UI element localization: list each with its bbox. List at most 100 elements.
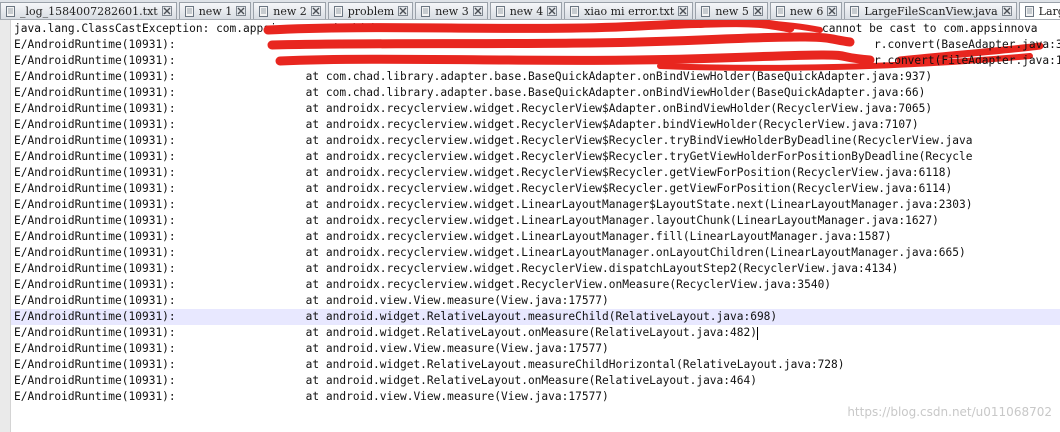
redaction-stroke-2 [697,20,823,33]
tab-label: new 2 [273,4,307,18]
log-message: at androidx.recyclerview.widget.Recycler… [272,134,973,147]
log-tag: E/AndroidRuntime(10931): [14,54,176,67]
log-tag: E/AndroidRuntime(10931): [14,246,176,259]
tab-1[interactable]: _log_1584007282601.txt [0,2,177,19]
log-message: at android.widget.RelativeLayout.onMeasu… [272,326,758,340]
tab-2[interactable]: new 1 [178,2,252,19]
tab-label: new 4 [509,4,544,18]
log-message: at androidx.recyclerview.widget.Recycler… [272,278,832,291]
log-tag: E/AndroidRuntime(10931): [14,182,176,195]
file-icon [849,5,860,17]
tab-label: new 3 [435,4,469,18]
editor[interactable]: java.lang.ClassCastException: com.appsin… [0,20,1060,432]
file-icon [700,5,711,17]
exception-text: java.lang.ClassCastException: com.appsin… [14,22,378,35]
file-icon [333,5,344,17]
log-message: at android.view.View.measure(View.java:1… [272,342,609,355]
tab-5[interactable]: new 3 [415,2,488,19]
redaction-stroke-3 [267,32,855,50]
exception-text-tail: cannot be cast to com.appsinnova [822,22,1038,35]
log-tag: E/AndroidRuntime(10931): [14,342,176,355]
tab-label: LargeFileScanView.java [864,4,998,18]
close-icon[interactable] [310,6,321,16]
redaction-stroke-4 [275,50,875,66]
tab-label: problem [347,4,395,18]
file-icon [258,5,269,17]
tab-10[interactable]: LargeFileScanView.java [844,2,1017,19]
close-icon[interactable] [827,6,838,16]
log-message: at androidx.recyclerview.widget.Recycler… [272,150,973,163]
log-tag: E/AndroidRuntime(10931): [14,38,176,51]
close-icon[interactable] [161,6,172,16]
file-icon [495,5,506,17]
log-tag: E/AndroidRuntime(10931): [14,358,176,371]
file-icon [775,5,786,17]
close-icon[interactable] [236,6,247,16]
log-message: at com.chad.library.adapter.base.BaseQui… [272,86,926,99]
text-caret [756,326,758,340]
log-message: at android.widget.RelativeLayout.measure… [272,310,778,323]
close-icon[interactable] [752,6,763,16]
close-icon[interactable] [547,6,558,16]
log-message: at androidx.recyclerview.widget.Recycler… [272,118,919,131]
log-tag: E/AndroidRuntime(10931): [14,118,176,131]
log-message: at androidx.recyclerview.widget.LinearLa… [272,198,973,211]
file-icon [420,5,431,17]
redacted-line-tail-3: r.convert(FileAdapter.java:1 [874,54,1060,67]
tab-label: xiao mi error.txt [584,4,675,18]
log-tag: E/AndroidRuntime(10931): [14,86,176,99]
log-message: at androidx.recyclerview.widget.Recycler… [272,166,953,179]
log-message: at androidx.recyclerview.widget.LinearLa… [272,214,939,227]
tab-3[interactable]: new 2 [253,2,326,19]
tab-6[interactable]: new 4 [489,2,563,19]
log-message: at androidx.recyclerview.widget.Recycler… [272,102,933,115]
log-tag: E/AndroidRuntime(10931): [14,310,176,323]
log-message: at androidx.recyclerview.widget.Recycler… [272,182,953,195]
log-message: at androidx.recyclerview.widget.LinearLa… [272,230,892,243]
log-message: at android.view.View.measure(View.java:1… [272,390,609,403]
tab-label: new 5 [715,4,749,18]
log-message: at android.widget.RelativeLayout.onMeasu… [272,374,757,387]
close-icon[interactable] [678,6,689,16]
tab-7[interactable]: xiao mi error.txt [564,2,694,19]
log-tag: E/AndroidRuntime(10931): [14,262,176,275]
watermark: https://blog.csdn.net/u011068702 [847,405,1052,419]
log-tag: E/AndroidRuntime(10931): [14,102,176,115]
log-message: at androidx.recyclerview.widget.LinearLa… [272,246,966,259]
log-tag: E/AndroidRuntime(10931): [14,278,176,291]
log-tag: E/AndroidRuntime(10931): [14,70,176,83]
tab-label: new 1 [198,4,233,18]
file-icon [184,5,195,17]
log-message: at androidx.recyclerview.widget.Recycler… [272,262,899,275]
log-message: at android.view.View.measure(View.java:1… [272,294,609,307]
file-icon [569,5,580,17]
tab-bar: _log_1584007282601.txt new 1 new 2 problem n… [0,0,1060,20]
exception-line: java.lang.ClassCastException: com.appsin… [14,21,1038,37]
log-tag: E/AndroidRuntime(10931): [14,214,176,227]
log-tag: E/AndroidRuntime(10931): [14,294,176,307]
log-tag: E/AndroidRuntime(10931): [14,198,176,211]
tab-label: new 6 [789,4,824,18]
close-icon[interactable] [472,6,483,16]
tab-4[interactable]: problem [327,2,414,19]
close-icon[interactable] [1001,6,1012,16]
log-tag: E/AndroidRuntime(10931): [14,230,176,243]
file-icon [1024,5,1035,17]
log-tag: E/AndroidRuntime(10931): [14,390,176,403]
log-message: at android.widget.RelativeLayout.measure… [272,358,845,371]
log-message: at com.chad.library.adapter.base.BaseQui… [272,70,933,83]
tab-label: LargeFileCh [1038,4,1060,18]
tab-label: _log_1584007282601.txt [20,4,158,18]
tab-11[interactable]: LargeFileCh [1018,2,1060,19]
editor-gutter [0,20,11,432]
tab-9[interactable]: new 6 [769,2,843,19]
log-tag: E/AndroidRuntime(10931): [14,374,176,387]
close-icon[interactable] [398,6,409,16]
log-tag: E/AndroidRuntime(10931): [14,166,176,179]
log-tag: E/AndroidRuntime(10931): [14,150,176,163]
redacted-line-tail-2: r.convert(BaseAdapter.java:3 [874,38,1060,51]
tab-8[interactable]: new 5 [695,2,768,19]
log-tag: E/AndroidRuntime(10931): [14,326,176,339]
file-icon [5,5,16,17]
log-tag: E/AndroidRuntime(10931): [14,134,176,147]
